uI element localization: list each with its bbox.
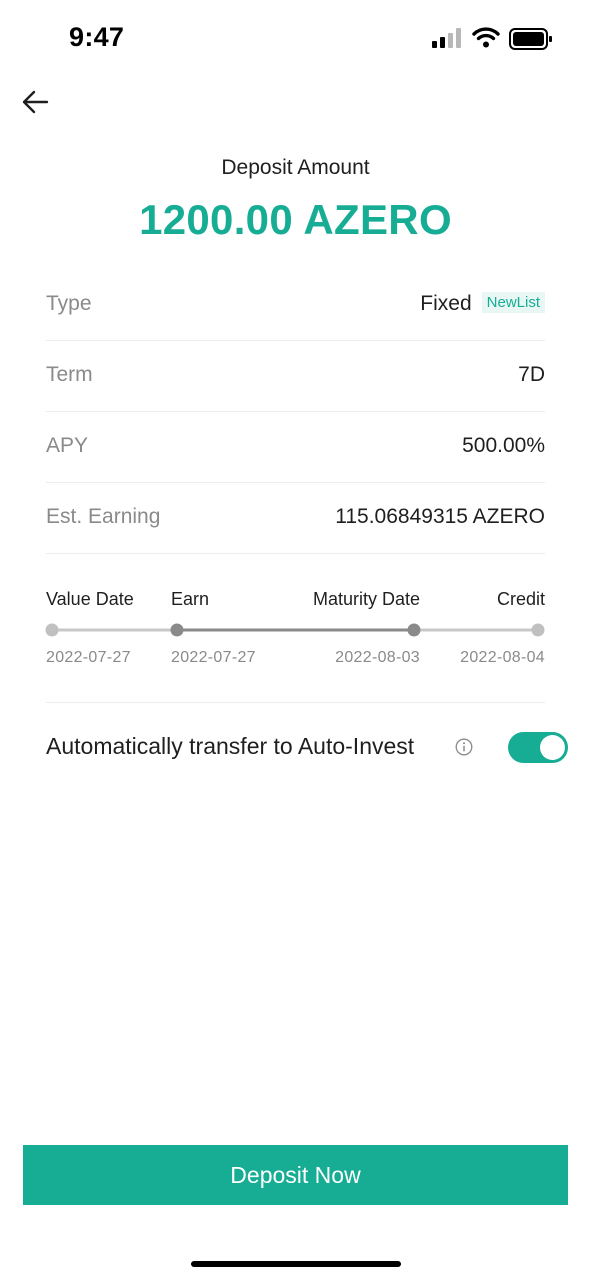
deposit-amount-label: Deposit Amount <box>221 156 370 179</box>
section-divider <box>46 702 545 703</box>
timeline-label-earn: Earn <box>171 589 210 609</box>
deposit-now-button[interactable]: Deposit Now <box>23 1145 568 1205</box>
info-icon[interactable] <box>455 738 473 756</box>
timeline-dot-credit <box>531 623 545 637</box>
type-value: Fixed NewList <box>420 292 545 316</box>
timeline-date-credit: 2022-08-04 <box>460 649 545 666</box>
auto-invest-label: Automatically transfer to Auto-Invest <box>46 733 415 759</box>
apy-label: APY <box>46 434 89 457</box>
type-label: Type <box>46 292 92 315</box>
timeline-label-value-date: Value Date <box>46 589 134 609</box>
term-row: Term 7D <box>46 341 545 412</box>
type-value-text: Fixed <box>420 292 472 315</box>
est-earning-row: Est. Earning 115.06849315 AZERO <box>46 483 545 554</box>
status-time: 9:47 <box>69 22 125 52</box>
term-label: Term <box>46 363 93 386</box>
battery-icon <box>509 28 552 50</box>
auto-invest-toggle[interactable] <box>508 732 568 763</box>
timeline-date-value-date: 2022-07-27 <box>46 649 131 666</box>
timeline-date-earn: 2022-07-27 <box>171 649 256 666</box>
apy-row: APY 500.00% <box>46 412 545 483</box>
timeline-date-maturity-date: 2022-08-03 <box>335 649 420 666</box>
term-value: 7D <box>518 363 545 386</box>
back-arrow-icon[interactable] <box>20 88 50 116</box>
timeline-dot-value-date <box>45 623 59 637</box>
type-row: Type Fixed NewList <box>46 270 545 341</box>
est-earning-label: Est. Earning <box>46 505 161 528</box>
wifi-icon <box>472 27 500 48</box>
home-indicator[interactable] <box>191 1261 401 1267</box>
deposit-amount-value: 1200.00 AZERO <box>139 196 452 243</box>
timeline-label-credit: Credit <box>496 589 545 609</box>
newlist-badge: NewList <box>481 292 545 313</box>
timeline-track <box>45 623 545 637</box>
est-earning-value: 115.06849315 AZERO <box>335 505 545 528</box>
cellular-signal-icon <box>432 28 461 48</box>
apy-value: 500.00% <box>462 434 545 457</box>
timeline-dot-earn <box>170 623 184 637</box>
toggle-knob <box>540 735 565 760</box>
timeline-dot-maturity-date <box>407 623 421 637</box>
timeline-label-maturity-date: Maturity Date <box>312 589 420 609</box>
